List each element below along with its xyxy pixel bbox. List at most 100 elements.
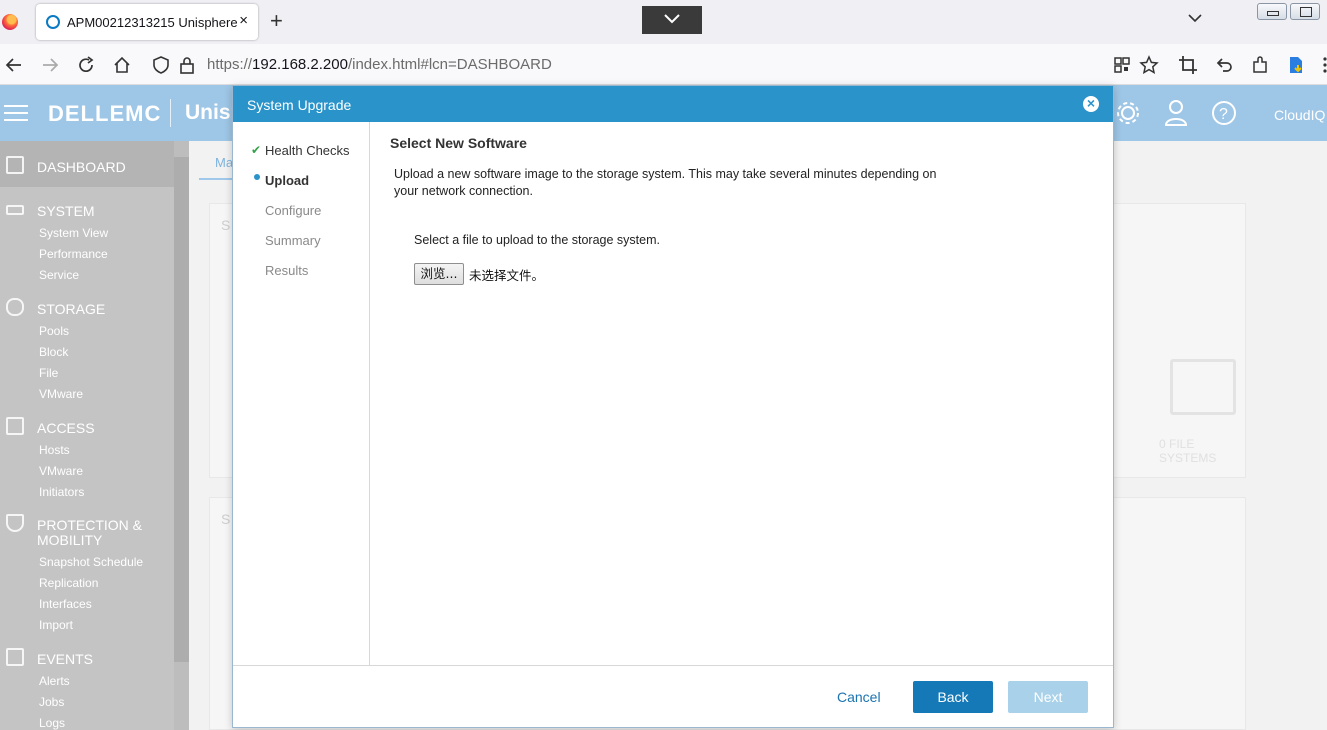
sidebar-section-events[interactable]: EVENTS xyxy=(37,651,93,667)
current-step-dot-icon xyxy=(254,174,260,180)
more-menu-icon[interactable] xyxy=(1315,55,1327,75)
lock-icon[interactable] xyxy=(177,55,197,75)
sidebar-item-label: DASHBOARD xyxy=(37,159,126,175)
sidebar-item-performance[interactable]: Performance xyxy=(39,247,108,261)
cloudiq-link[interactable]: CloudIQ xyxy=(1274,107,1325,123)
window-restore-down-button[interactable] xyxy=(1257,3,1287,20)
file-systems-count: 0 FILE SYSTEMS xyxy=(1159,437,1217,465)
shield-icon[interactable] xyxy=(151,55,171,75)
system-icon xyxy=(6,205,24,215)
sidebar-item-file[interactable]: File xyxy=(39,366,58,380)
wizard-main-panel: Select New Software Upload a new softwar… xyxy=(371,122,1113,665)
step-summary: Summary xyxy=(265,233,321,248)
bookmark-star-icon[interactable] xyxy=(1139,55,1159,75)
sidebar-item-block[interactable]: Block xyxy=(39,345,68,359)
step-results: Results xyxy=(265,263,309,278)
tab-close-icon[interactable]: × xyxy=(239,12,248,29)
undo-arrow-icon[interactable] xyxy=(1214,55,1234,75)
dell-emc-logo: DELLEMC xyxy=(48,101,162,126)
sidebar-section-access[interactable]: ACCESS xyxy=(37,420,95,436)
sidebar-item-replication[interactable]: Replication xyxy=(39,576,98,590)
step-health-checks[interactable]: Health Checks xyxy=(265,143,350,158)
no-file-selected-text: 未选择文件。 xyxy=(469,268,545,283)
sidebar-section-storage[interactable]: STORAGE xyxy=(37,301,105,317)
checkmark-icon: ✔ xyxy=(251,143,262,157)
user-icon[interactable] xyxy=(1164,100,1188,126)
sidebar-section-system[interactable]: SYSTEM xyxy=(37,203,95,219)
help-icon[interactable]: ? xyxy=(1212,101,1236,125)
firefox-logo-icon[interactable] xyxy=(2,14,18,30)
protection-shield-icon xyxy=(6,514,24,532)
header-actions: ? xyxy=(1112,99,1272,130)
system-upgrade-dialog: System Upgrade × ✔ Health Checks Upload … xyxy=(232,85,1114,728)
wizard-steps: ✔ Health Checks Upload Configure Summary… xyxy=(233,122,370,665)
dashboard-grid-icon xyxy=(6,156,24,174)
url-host: 192.168.2.200 xyxy=(252,56,348,73)
access-network-icon xyxy=(6,417,24,435)
sidebar-item-snapshot-schedule[interactable]: Snapshot Schedule xyxy=(39,555,143,569)
upload-label: Select a file to upload to the storage s… xyxy=(414,233,660,247)
reload-icon[interactable] xyxy=(76,55,96,75)
dialog-footer: Cancel Back Next xyxy=(233,665,1113,727)
dialog-header: System Upgrade × xyxy=(233,86,1113,122)
sidebar-section-protection-line2: MOBILITY xyxy=(37,532,103,548)
sidebar-item-dashboard[interactable]: DASHBOARD xyxy=(0,141,174,187)
tab-title: APM00212313215 Unisphere xyxy=(67,15,238,30)
sidebar-item-import[interactable]: Import xyxy=(39,618,73,632)
step-upload[interactable]: Upload xyxy=(265,173,309,188)
cancel-button[interactable]: Cancel xyxy=(837,689,881,705)
sidebar-item-pools[interactable]: Pools xyxy=(39,324,69,338)
section-heading: Select New Software xyxy=(390,135,527,151)
dialog-title: System Upgrade xyxy=(247,97,352,113)
window-maximize-button[interactable] xyxy=(1290,3,1320,20)
url-bar[interactable]: https://192.168.2.200/index.html#lcn=DAS… xyxy=(207,56,552,73)
home-icon[interactable] xyxy=(112,55,132,75)
browser-tab-bar: APM00212313215 Unisphere × + xyxy=(0,0,1327,44)
qr-code-icon[interactable] xyxy=(1112,55,1132,75)
extension-download-icon[interactable] xyxy=(1286,55,1306,75)
browser-tab[interactable]: APM00212313215 Unisphere × xyxy=(36,4,258,40)
header-icons: ? xyxy=(1117,100,1236,126)
browser-nav-bar: https://192.168.2.200/index.html#lcn=DAS… xyxy=(0,44,1327,85)
sidebar-item-initiators[interactable]: Initiators xyxy=(39,485,84,499)
card-title: S xyxy=(221,511,231,527)
url-scheme: https:// xyxy=(207,56,253,73)
browse-file-button[interactable]: 浏览... xyxy=(414,263,464,285)
close-icon[interactable]: × xyxy=(1083,96,1099,112)
chevron-down-icon xyxy=(664,14,680,24)
next-button[interactable]: Next xyxy=(1008,681,1088,713)
fullscreen-dropdown-handle[interactable] xyxy=(642,6,702,34)
step-configure: Configure xyxy=(265,203,322,218)
sidebar-item-vmware-storage[interactable]: VMware xyxy=(39,387,83,401)
sidebar-item-alerts[interactable]: Alerts xyxy=(39,674,70,688)
gear-icon[interactable] xyxy=(1117,102,1139,124)
header-divider xyxy=(170,99,171,127)
sidebar-item-logs[interactable]: Logs xyxy=(39,716,65,730)
sidebar-section-protection[interactable]: PROTECTION & xyxy=(37,517,142,533)
section-description: Upload a new software image to the stora… xyxy=(394,167,937,198)
forward-arrow-icon[interactable] xyxy=(40,55,60,75)
back-arrow-icon[interactable] xyxy=(4,55,24,75)
events-clipboard-icon xyxy=(6,648,24,666)
sidebar-item-hosts[interactable]: Hosts xyxy=(39,443,70,457)
url-path: /index.html#lcn=DASHBOARD xyxy=(347,56,552,73)
sidebar-item-service[interactable]: Service xyxy=(39,268,79,282)
sidebar-item-interfaces[interactable]: Interfaces xyxy=(39,597,92,611)
tab-main[interactable]: Ma xyxy=(215,155,233,170)
screenshot-crop-icon[interactable] xyxy=(1178,55,1198,75)
folder-icon xyxy=(1170,359,1236,415)
dell-favicon-icon xyxy=(46,15,60,29)
sidebar-item-jobs[interactable]: Jobs xyxy=(39,695,64,709)
sidebar-item-system-view[interactable]: System View xyxy=(39,226,108,240)
new-tab-button[interactable]: + xyxy=(270,8,283,34)
sidebar-item-vmware-access[interactable]: VMware xyxy=(39,464,83,478)
list-all-tabs-icon[interactable] xyxy=(1188,13,1202,23)
svg-text:?: ? xyxy=(1219,106,1228,123)
card-title: S xyxy=(221,217,231,233)
sidebar: DASHBOARD SYSTEM System View Performance… xyxy=(0,141,189,730)
hamburger-menu-icon[interactable] xyxy=(4,105,28,121)
sidebar-scrollbar-thumb[interactable] xyxy=(174,157,189,662)
back-button[interactable]: Back xyxy=(913,681,993,713)
storage-database-icon xyxy=(6,298,24,316)
extensions-puzzle-icon[interactable] xyxy=(1250,55,1270,75)
